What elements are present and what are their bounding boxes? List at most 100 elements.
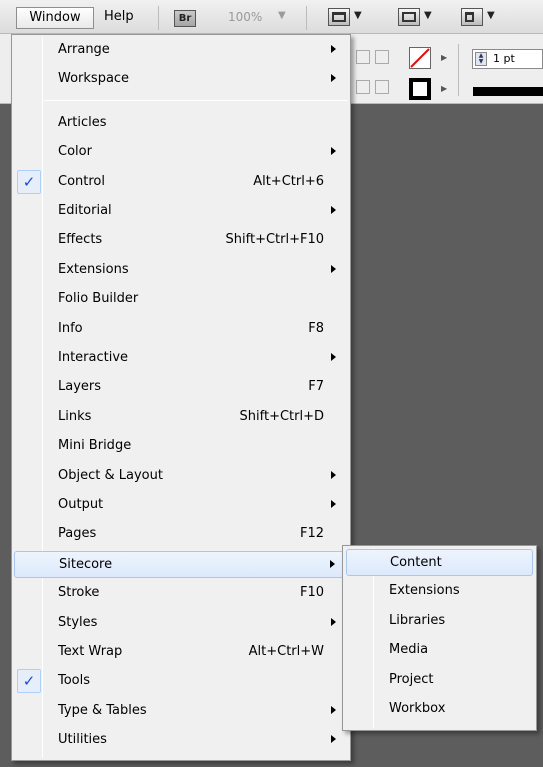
submenu-item-label: Workbox (389, 701, 446, 716)
menu-item-label: Effects (58, 232, 103, 248)
menu-item-label: Interactive (58, 350, 129, 365)
sitecore-submenu: Content Extensions Libraries Media Project Wo… (342, 545, 537, 731)
menu-item-label: Sitecore (59, 556, 113, 572)
menu-item-sitecore[interactable]: Sitecore (14, 550, 348, 578)
menu-item-label: Styles (58, 614, 98, 630)
menu-item-control[interactable]: ✓ Control Alt+Ctrl+6 (14, 169, 348, 196)
screen-mode-icon[interactable] (398, 8, 420, 26)
checkmark-icon: ✓ (17, 169, 41, 194)
submenu-arrow-icon (331, 353, 336, 361)
menu-item-articles[interactable]: Articles (14, 110, 348, 137)
menu-item-workspace[interactable]: Workspace (14, 66, 348, 93)
menu-item-info[interactable]: Info F8 (14, 316, 348, 343)
menu-item-label: Info (58, 320, 83, 336)
menu-item-label: Object & Layout (58, 467, 163, 483)
toolbar-separator (158, 6, 159, 30)
menu-item-label: Articles (58, 114, 107, 130)
align-icon[interactable] (356, 80, 370, 94)
menu-item-label: Output (58, 497, 104, 512)
none-swatch-icon (410, 48, 430, 68)
menu-window[interactable]: Window (16, 7, 94, 29)
submenu-item-project[interactable]: Project (346, 667, 533, 694)
submenu-item-content[interactable]: Content (346, 549, 533, 576)
stroke-weight-value: 1 pt (493, 52, 515, 65)
menu-item-type-and-tables[interactable]: Type & Tables (14, 698, 348, 725)
menu-item-label: Type & Tables (58, 702, 147, 718)
menu-help[interactable]: Help (98, 7, 140, 29)
menu-item-shortcut: F10 (299, 585, 324, 601)
stepper-icon[interactable]: ▲ ▼ (475, 52, 487, 66)
menu-item-tools[interactable]: ✓ Tools (14, 668, 348, 695)
arrange-documents-icon[interactable] (461, 8, 483, 26)
menu-item-color[interactable]: Color (14, 139, 348, 166)
chevron-right-icon[interactable]: ▶ (441, 53, 447, 62)
submenu-item-label: Extensions (389, 583, 460, 599)
menu-item-stroke[interactable]: Stroke F10 (14, 580, 348, 607)
toolbar-separator (306, 6, 307, 30)
submenu-item-label: Project (389, 671, 434, 687)
submenu-item-label: Media (389, 642, 429, 658)
menu-item-label: Extensions (58, 261, 129, 277)
menu-item-label: Color (58, 144, 92, 160)
menu-item-label: Pages (58, 526, 97, 542)
submenu-arrow-icon (331, 500, 336, 508)
submenu-item-media[interactable]: Media (346, 637, 533, 664)
distribute-icon[interactable] (375, 80, 389, 94)
menu-separator (44, 99, 348, 101)
menu-item-shortcut: Shift+Ctrl+D (239, 408, 324, 424)
view-options-icon[interactable] (328, 8, 350, 26)
submenu-arrow-icon (331, 735, 336, 744)
menu-item-arrange[interactable]: Arrange (14, 37, 348, 64)
menu-item-label: Utilities (58, 732, 107, 748)
chevron-down-icon[interactable]: ▼ (424, 10, 432, 21)
menu-item-label: Folio Builder (58, 291, 139, 307)
menu-item-label: Tools (58, 673, 91, 689)
menu-item-links[interactable]: Links Shift+Ctrl+D (14, 404, 348, 431)
chevron-down-icon[interactable]: ▼ (278, 10, 286, 21)
chevron-right-icon[interactable]: ▶ (441, 84, 447, 93)
bridge-button[interactable]: Br (174, 10, 196, 27)
submenu-arrow-icon (331, 74, 336, 83)
menu-item-shortcut: Alt+Ctrl+6 (253, 173, 324, 189)
menu-item-label: Stroke (58, 585, 100, 601)
checkmark-icon: ✓ (17, 669, 41, 694)
submenu-arrow-icon (331, 264, 336, 273)
menu-item-label: Editorial (58, 203, 112, 218)
menu-item-text-wrap[interactable]: Text Wrap Alt+Ctrl+W (14, 639, 348, 666)
submenu-arrow-icon (331, 617, 336, 626)
submenu-item-extensions[interactable]: Extensions (346, 578, 533, 605)
menu-item-utilities[interactable]: Utilities (14, 727, 348, 754)
menu-item-effects[interactable]: Effects Shift+Ctrl+F10 (14, 227, 348, 254)
menu-item-label: Layers (58, 379, 102, 395)
submenu-item-label: Content (390, 555, 442, 570)
menu-item-output[interactable]: Output (14, 492, 348, 519)
align-icon[interactable] (356, 50, 370, 64)
submenu-arrow-icon (331, 147, 336, 156)
menu-item-styles[interactable]: Styles (14, 610, 348, 637)
menu-item-editorial[interactable]: Editorial (14, 198, 348, 225)
menu-item-shortcut: F12 (299, 526, 324, 542)
fill-swatch[interactable] (409, 78, 431, 100)
menu-item-pages[interactable]: Pages F12 (14, 521, 348, 548)
zoom-level[interactable]: 100% (228, 10, 262, 24)
menu-item-object-and-layout[interactable]: Object & Layout (14, 463, 348, 490)
menu-item-label: Control (58, 173, 105, 189)
submenu-item-label: Libraries (389, 612, 446, 628)
menu-item-label: Text Wrap (58, 644, 123, 659)
menu-item-mini-bridge[interactable]: Mini Bridge (14, 433, 348, 460)
menu-item-shortcut: F7 (308, 379, 324, 395)
menu-item-layers[interactable]: Layers F7 (14, 374, 348, 401)
stroke-type-preview[interactable] (473, 87, 543, 96)
chevron-down-icon[interactable]: ▼ (487, 10, 495, 21)
submenu-item-workbox[interactable]: Workbox (346, 696, 533, 723)
distribute-icon[interactable] (375, 50, 389, 64)
stroke-none-swatch[interactable] (409, 47, 431, 69)
menu-item-extensions[interactable]: Extensions (14, 257, 348, 284)
stroke-weight-field[interactable]: ▲ ▼ 1 pt (472, 49, 543, 69)
chevron-down-icon[interactable]: ▼ (354, 10, 362, 21)
menu-item-folio-builder[interactable]: Folio Builder (14, 286, 348, 313)
menu-item-label: Links (58, 408, 92, 424)
submenu-item-libraries[interactable]: Libraries (346, 608, 533, 635)
menu-item-label: Workspace (58, 71, 130, 87)
menu-item-interactive[interactable]: Interactive (14, 345, 348, 372)
